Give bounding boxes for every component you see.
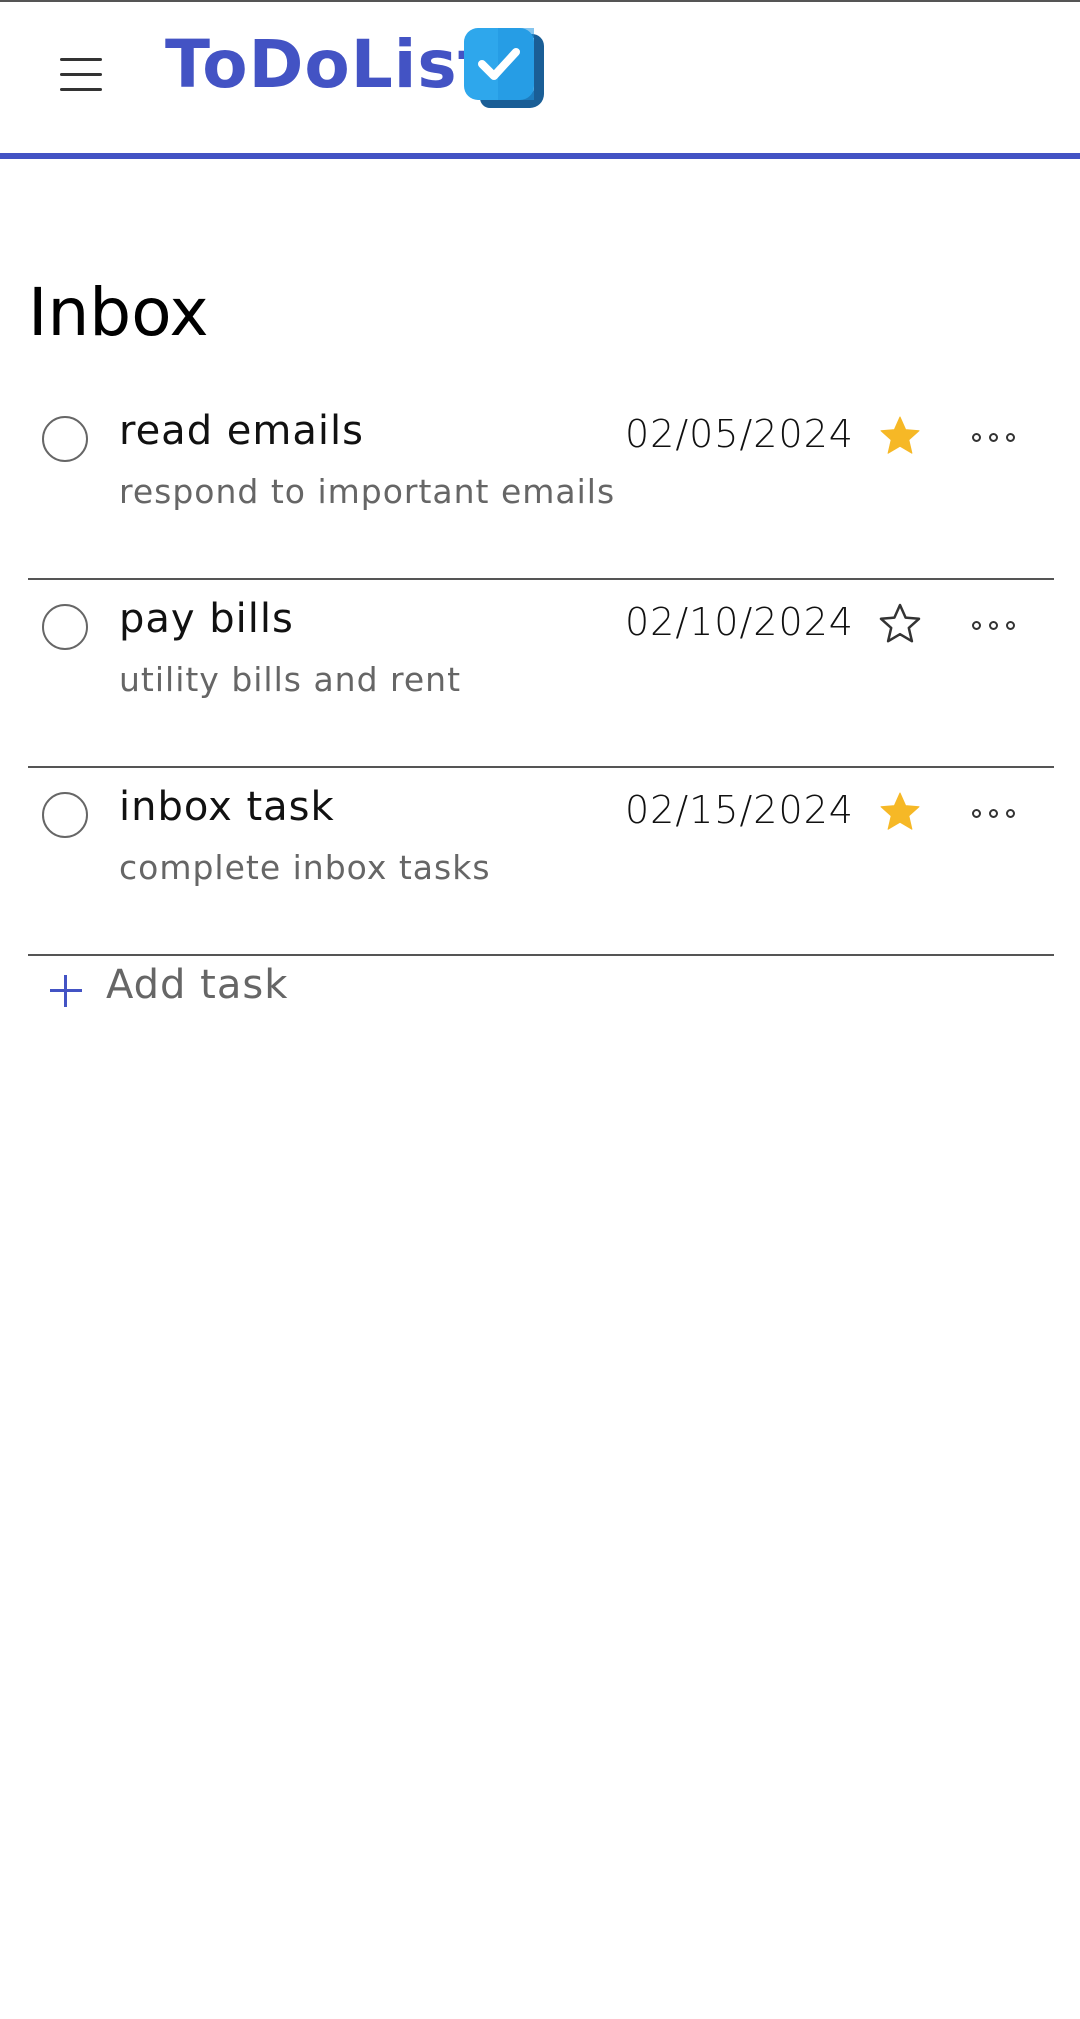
plus-icon <box>46 970 86 1010</box>
star-filled-icon[interactable] <box>878 414 922 458</box>
more-options-icon[interactable] <box>972 806 1018 822</box>
star-outline-icon[interactable] <box>878 602 922 646</box>
task-due-date: 02/15/2024 <box>624 788 854 832</box>
task-complete-checkbox[interactable] <box>42 604 88 650</box>
task-description: utility bills and rent <box>119 660 462 699</box>
star-filled-icon[interactable] <box>878 790 922 834</box>
page-title: Inbox <box>28 274 209 351</box>
task-title[interactable]: read emails <box>119 408 364 454</box>
app-header: ToDoList <box>0 2 1080 159</box>
task-row[interactable]: inbox task complete inbox tasks 02/15/20… <box>28 768 1054 956</box>
more-options-icon[interactable] <box>972 618 1018 634</box>
task-complete-checkbox[interactable] <box>42 792 88 838</box>
hamburger-menu-icon[interactable] <box>58 54 106 94</box>
more-options-icon[interactable] <box>972 430 1018 446</box>
app-logo-text[interactable]: ToDoList <box>165 26 490 103</box>
task-row[interactable]: pay bills utility bills and rent 02/10/2… <box>28 580 1054 768</box>
checkbox-logo-icon <box>464 28 544 108</box>
task-description: complete inbox tasks <box>119 848 491 887</box>
task-title[interactable]: inbox task <box>119 784 335 830</box>
task-list: read emails respond to important emails … <box>28 392 1054 956</box>
task-due-date: 02/05/2024 <box>624 412 854 456</box>
task-description: respond to important emails <box>119 472 616 511</box>
add-task-label: Add task <box>106 962 289 1008</box>
task-title[interactable]: pay bills <box>119 596 294 642</box>
task-due-date: 02/10/2024 <box>624 600 854 644</box>
task-row[interactable]: read emails respond to important emails … <box>28 392 1054 580</box>
task-complete-checkbox[interactable] <box>42 416 88 462</box>
add-task-button[interactable]: Add task <box>46 962 306 1026</box>
